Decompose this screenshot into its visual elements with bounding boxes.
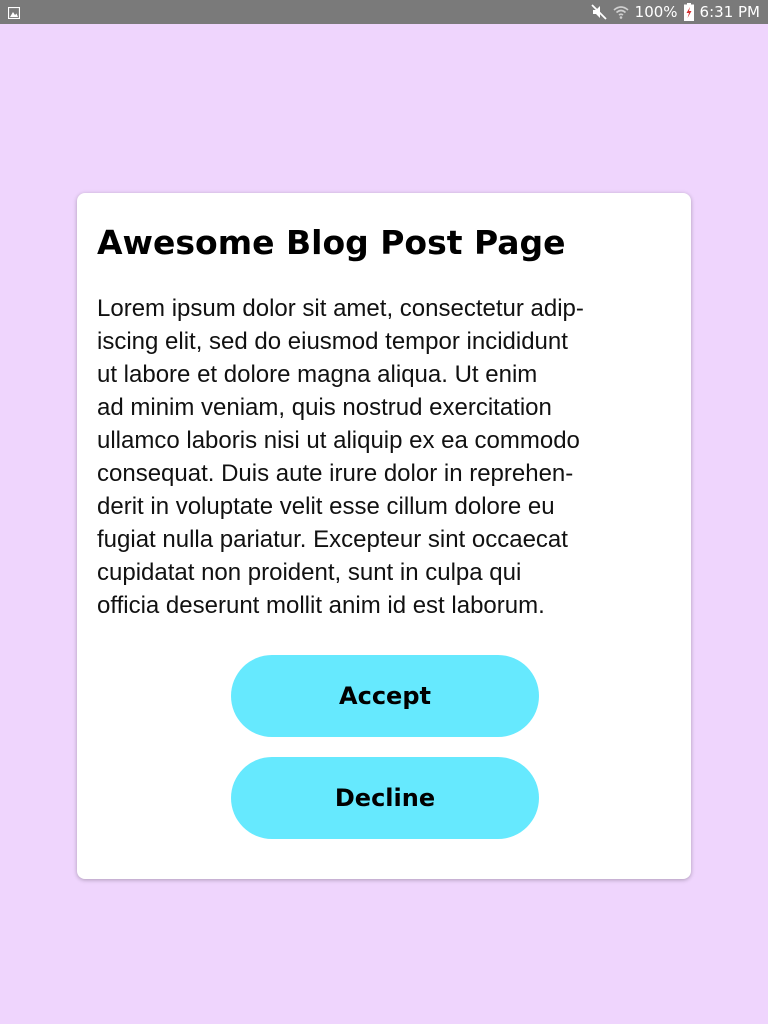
body-line: ad minim veniam, quis nostrud exercitati… [97, 394, 552, 421]
accept-button[interactable]: Accept [231, 655, 539, 737]
image-notification-icon [7, 5, 21, 20]
body-line: fugiat nulla pariatur. Excepteur sint oc… [97, 526, 568, 553]
body-line: derit in voluptate velit esse cillum dol… [97, 493, 555, 520]
body-line: Lorem ipsum dolor sit amet, consectetur … [97, 295, 584, 322]
dialog-card: Awesome Blog Post Page Lorem ipsum dolor… [77, 193, 691, 879]
battery-percent: 100% [634, 3, 678, 21]
body-line: ut labore et dolore magna aliqua. Ut eni… [97, 361, 538, 388]
body-line: cupidatat non proident, sunt in culpa qu… [97, 559, 522, 586]
battery-charging-icon [683, 3, 694, 21]
dialog-title: Awesome Blog Post Page [97, 223, 566, 262]
body-line: iscing elit, sed do eiusmod tempor incid… [97, 328, 568, 355]
status-bar: 100% 6:31 PM [0, 0, 768, 24]
decline-button[interactable]: Decline [231, 757, 539, 839]
status-icons: 100% 6:31 PM [591, 0, 760, 24]
status-time: 6:31 PM [699, 3, 760, 21]
body-line: officia deserunt mollit anim id est labo… [97, 592, 545, 619]
mute-icon [591, 4, 607, 20]
dialog-body-text: Lorem ipsum dolor sit amet, consectetur … [97, 292, 673, 622]
wifi-icon [613, 4, 629, 20]
body-line: consequat. Duis aute irure dolor in repr… [97, 460, 574, 487]
body-line: ullamco laboris nisi ut aliquip ex ea co… [97, 427, 580, 454]
